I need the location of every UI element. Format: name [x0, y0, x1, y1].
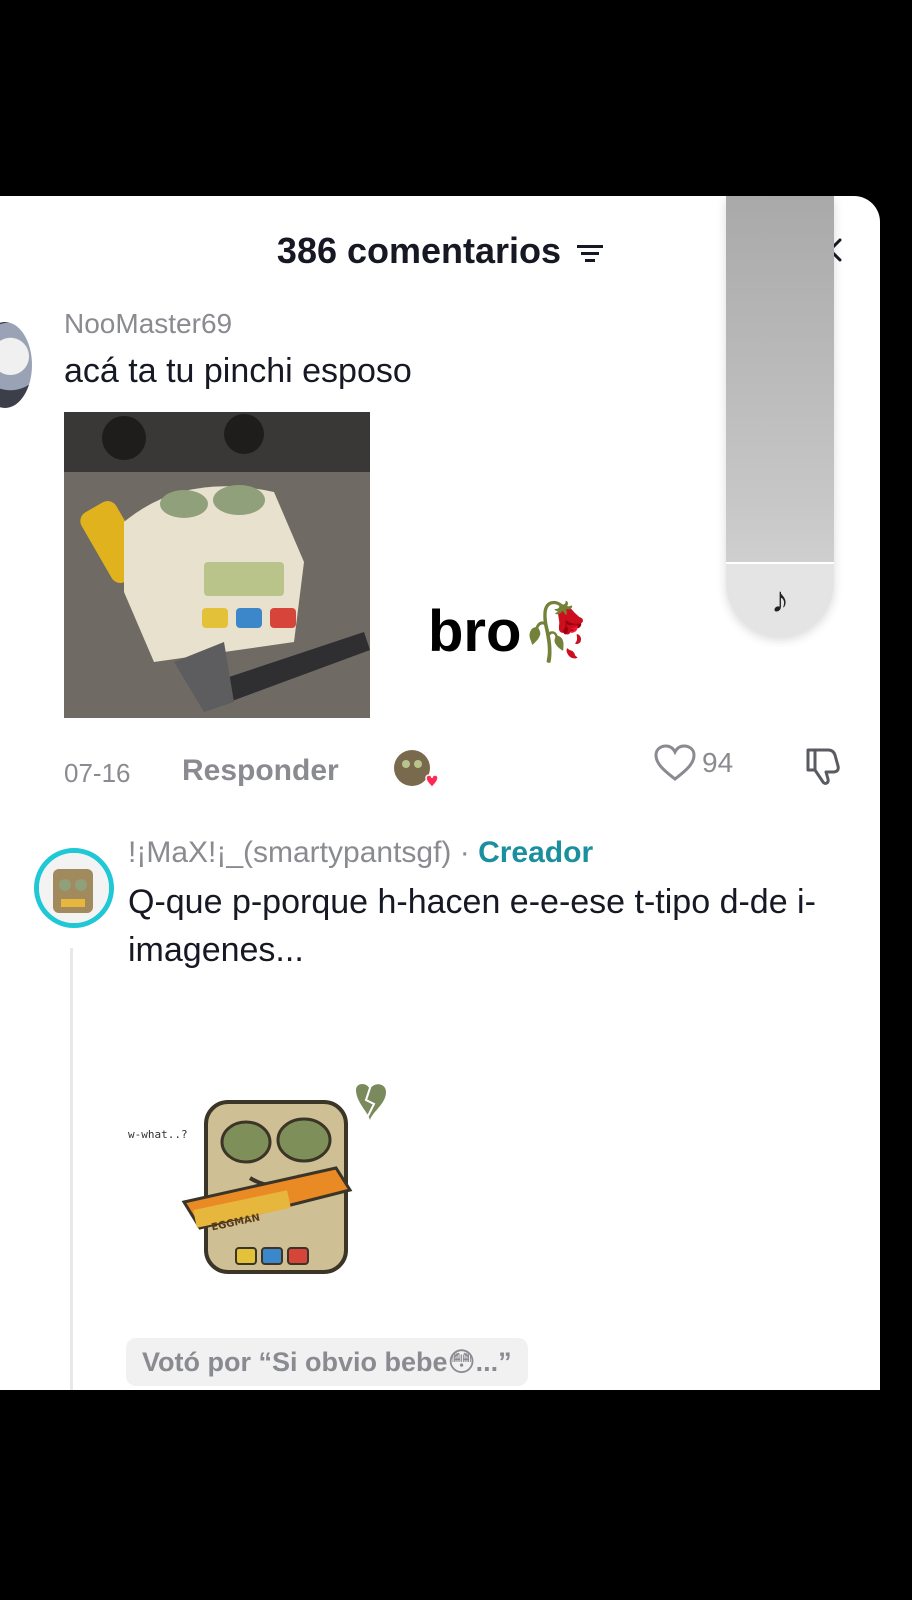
crying-robot-sticker[interactable]: w-what..? EGGMAN — [124, 1082, 414, 1282]
sticker-text: bro — [428, 599, 522, 664]
broken-heart-icon — [356, 1084, 386, 1120]
comment-count-title: 386 comentarios — [276, 230, 562, 271]
reply-button[interactable]: Responder — [182, 754, 339, 788]
comment-username[interactable]: NooMaster69 — [64, 308, 232, 340]
music-overlay[interactable]: ♪ — [726, 196, 834, 636]
creator-liked-avatar-icon — [394, 750, 438, 789]
bro-rose-sticker: bro🥀 — [428, 598, 591, 665]
comment-text: acá ta tu pinchi esposo — [64, 352, 412, 390]
like-count: 94 — [702, 747, 734, 778]
separator: · — [451, 836, 479, 869]
comment-date: 07-16 — [64, 758, 131, 788]
vote-label: Votó por “Si obvio bebe😳...” — [142, 1346, 512, 1377]
comment-username[interactable]: !¡MaX!¡_(smartypantsgf) — [128, 836, 451, 869]
comment-text: Q-que p-porque h-hacen e-e-ese t-tipo d-… — [128, 883, 816, 969]
creator-badge: Creador — [478, 836, 594, 869]
screen: 386 comentarios NooMaster69 acá ta tu pi… — [0, 0, 912, 1600]
thread-line — [70, 948, 73, 1390]
sticker-caption: w-what..? — [128, 1128, 188, 1141]
avatar-image — [39, 853, 109, 923]
sort-lines-icon[interactable] — [577, 242, 604, 264]
comment-username-line: !¡MaX!¡_(smartypantsgf) · Creador — [128, 836, 593, 870]
comment-photo[interactable] — [64, 412, 370, 718]
avatar[interactable] — [0, 322, 32, 408]
poll-vote-chip: Votó por “Si obvio bebe😳...” — [126, 1338, 528, 1386]
wilted-rose-icon: 🥀 — [521, 600, 592, 663]
broken-toy-photo — [64, 412, 370, 718]
heart-icon — [654, 744, 696, 781]
creator-avatar[interactable] — [34, 848, 114, 928]
like-button[interactable]: 94 — [654, 744, 733, 782]
dislike-icon[interactable] — [802, 744, 844, 786]
